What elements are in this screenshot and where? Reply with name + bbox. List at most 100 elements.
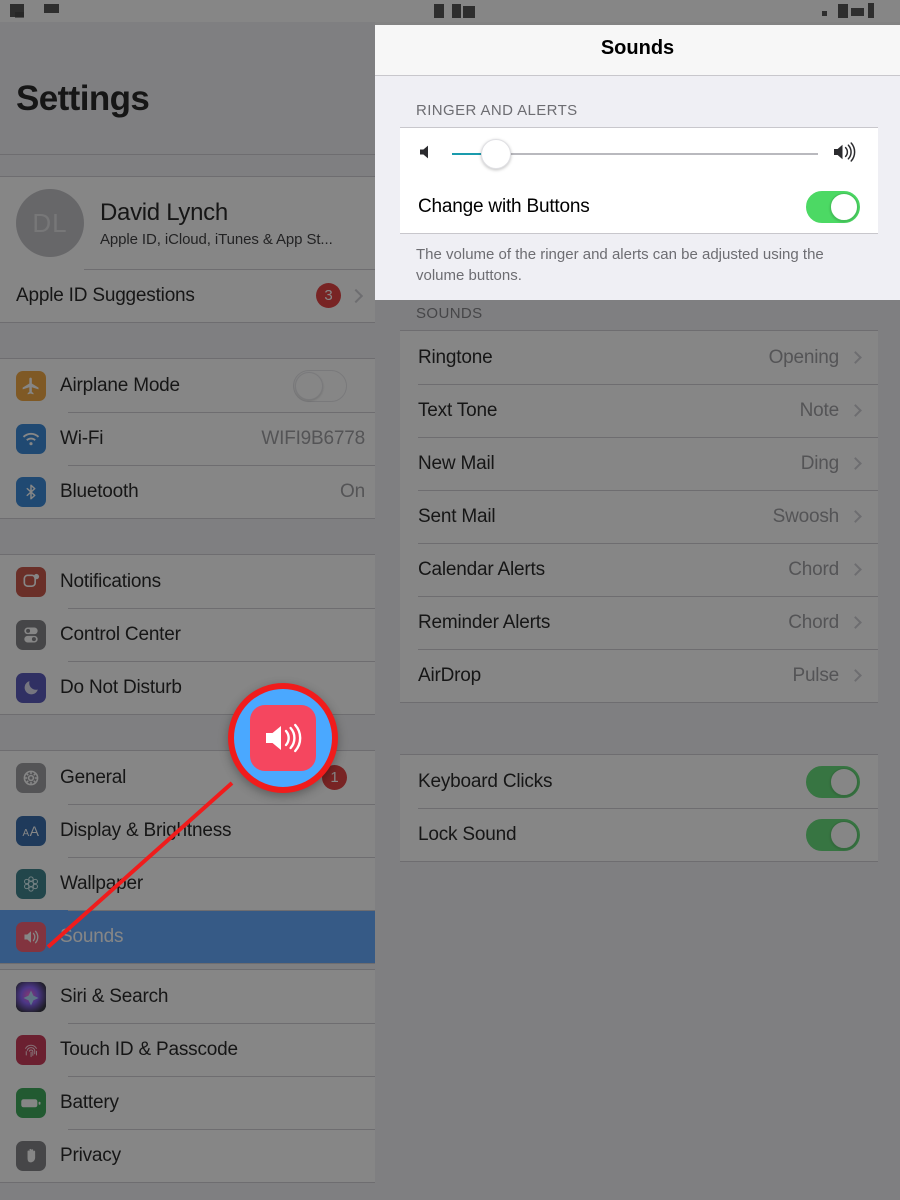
toggle-knob (830, 192, 858, 221)
privacy-hand-icon (16, 1140, 46, 1171)
battery-icon (16, 1087, 46, 1118)
row-value: Note (799, 399, 840, 421)
do-not-disturb-icon (16, 672, 46, 703)
sidebar-item-wallpaper[interactable]: Wallpaper (0, 857, 375, 910)
table-row[interactable]: Sent Mail Swoosh (400, 490, 878, 543)
sidebar-item-general[interactable]: General 1 (0, 751, 375, 804)
sidebar-item-label: Do Not Disturb (60, 676, 182, 698)
airplane-mode-toggle[interactable] (293, 369, 347, 402)
table-row[interactable]: New Mail Ding (400, 437, 878, 490)
table-row[interactable]: Ringtone Opening (400, 331, 878, 384)
table-row[interactable]: Reminder Alerts Chord (400, 596, 878, 649)
sidebar-item-notifications[interactable]: Notifications (0, 555, 375, 608)
change-with-buttons-label: Change with Buttons (418, 195, 590, 217)
sidebar-group-privacy: Siri & Search Touch ID & Passcode Batter… (0, 969, 375, 1183)
sidebar-item-label: Wallpaper (60, 872, 144, 894)
sidebar-item-apple-id-suggestions[interactable]: Apple ID Suggestions 3 (0, 269, 375, 322)
toggle-knob (830, 820, 858, 849)
page-title: Settings (16, 79, 150, 118)
display-brightness-icon: AA (16, 815, 46, 846)
volume-slider-thumb[interactable] (480, 139, 511, 169)
sidebar-item-control-center[interactable]: Control Center (0, 608, 375, 661)
status-bar-right-blob-2 (838, 4, 848, 18)
sidebar-item-siri-search[interactable]: Siri & Search (0, 970, 375, 1023)
sidebar-item-wifi[interactable]: Wi-Fi WIFI9B6778 (0, 412, 375, 465)
chevron-right-icon (849, 510, 862, 523)
sidebar-item-label: Battery (60, 1091, 119, 1113)
airplane-icon (16, 370, 46, 401)
lock-sound-row[interactable]: Lock Sound (400, 808, 878, 861)
sidebar-item-sounds[interactable]: Sounds (0, 910, 375, 963)
chevron-right-icon (849, 669, 862, 682)
sidebar-item-label: Apple ID Suggestions (16, 284, 195, 306)
sidebar-item-label: Touch ID & Passcode (60, 1038, 238, 1060)
sidebar-item-label: Privacy (60, 1144, 121, 1166)
row-value: Chord (788, 611, 839, 633)
detail-nav-title-highlight: Sounds (600, 37, 675, 59)
row-value: Opening (768, 346, 840, 368)
sidebar-group-general: General 1 AA Display & Brightness Wallpa… (0, 750, 375, 964)
sidebar-item-label: General (60, 766, 127, 788)
table-row[interactable]: Calendar Alerts Chord (400, 543, 878, 596)
wifi-icon (16, 423, 46, 454)
row-value: Chord (788, 558, 839, 580)
settings-sidebar[interactable]: Settings DL David Lynch Apple ID, iCloud… (0, 22, 375, 1200)
volume-slider-highlight[interactable] (452, 139, 818, 169)
table-row[interactable]: Text Tone Note (400, 384, 878, 437)
sidebar-item-battery[interactable]: Battery (0, 1076, 375, 1129)
row-label: Reminder Alerts (418, 611, 551, 633)
sidebar-item-bluetooth[interactable]: Bluetooth On (0, 465, 375, 518)
change-with-buttons-toggle[interactable] (806, 190, 860, 223)
status-badge: 3 (316, 283, 341, 308)
sidebar-item-privacy[interactable]: Privacy (0, 1129, 375, 1182)
sidebar-item-display-brightness[interactable]: AA Display & Brightness (0, 804, 375, 857)
sidebar-item-do-not-disturb[interactable]: Do Not Disturb (0, 661, 375, 714)
ipad-settings-screenshot: Settings DL David Lynch Apple ID, iCloud… (0, 0, 900, 1200)
status-bar-left-blob-3 (44, 4, 59, 13)
chevron-right-icon (849, 457, 862, 470)
row-label: New Mail (418, 452, 495, 474)
keyboard-clicks-toggle[interactable] (806, 765, 860, 798)
row-label: Sent Mail (418, 505, 496, 527)
sidebar-gap-2 (0, 519, 375, 554)
sidebar-item-airplane-mode[interactable]: Airplane Mode (0, 359, 375, 412)
sidebar-group-account: DL David Lynch Apple ID, iCloud, iTunes … (0, 176, 375, 323)
sidebar-item-label: Siri & Search (60, 985, 169, 1007)
status-bar (0, 0, 900, 22)
sidebar-item-label: Display & Brightness (60, 819, 232, 841)
ringer-volume-row-highlight[interactable] (400, 128, 878, 180)
sidebar-item-touch-id-passcode[interactable]: Touch ID & Passcode (0, 1023, 375, 1076)
lock-sound-toggle[interactable] (806, 818, 860, 851)
avatar: DL (16, 189, 84, 257)
control-center-icon (16, 619, 46, 650)
status-bar-right-blob-4 (868, 3, 874, 18)
status-bar-center-blob-1 (434, 4, 444, 18)
system-sounds-card: Keyboard Clicks Lock Sound (400, 754, 878, 862)
row-label: Text Tone (418, 399, 498, 421)
table-row[interactable]: AirDrop Pulse (400, 649, 878, 702)
sidebar-item-label: Bluetooth (60, 480, 139, 502)
sidebar-gap-3 (0, 715, 375, 750)
account-subtitle: Apple ID, iCloud, iTunes & App St... (100, 230, 333, 248)
sidebar-gap-top (0, 154, 375, 176)
status-bar-center-blob-3 (463, 6, 475, 18)
notifications-icon (16, 566, 46, 597)
status-bar-center-blob-2 (452, 4, 461, 18)
chevron-right-icon (849, 404, 862, 417)
highlight-region-inner: Sounds RINGER AND ALERTS Change with But… (375, 25, 900, 300)
sounds-icon (16, 921, 46, 952)
ringer-footnote-highlight: The volume of the ringer and alerts can … (416, 246, 824, 284)
wallpaper-icon (16, 868, 46, 899)
sidebar-item-apple-account[interactable]: DL David Lynch Apple ID, iCloud, iTunes … (0, 177, 375, 269)
row-label: AirDrop (418, 664, 482, 686)
sidebar-group-connectivity: Airplane Mode Wi-Fi WIFI9B6778 Bluetooth… (0, 358, 375, 519)
sidebar-item-label: Control Center (60, 623, 181, 645)
highlight-region: Sounds RINGER AND ALERTS Change with But… (375, 25, 900, 300)
chevron-right-icon (348, 288, 364, 303)
status-bar-right-blob-3 (851, 8, 864, 16)
sounds-detail-pane-highlighted[interactable]: Sounds RINGER AND ALERTS Change with But… (375, 25, 900, 300)
keyboard-clicks-row[interactable]: Keyboard Clicks (400, 755, 878, 808)
sidebar-item-label: Sounds (60, 925, 124, 947)
wifi-network-name: WIFI9B6778 (261, 427, 365, 449)
change-with-buttons-row-highlight[interactable]: Change with Buttons (400, 180, 878, 233)
